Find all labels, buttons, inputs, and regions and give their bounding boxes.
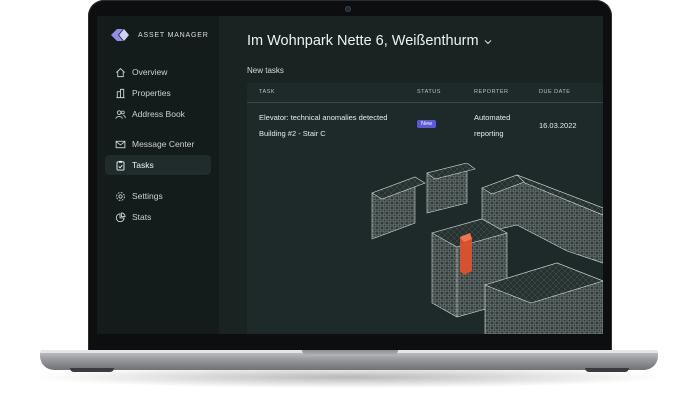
task-reporter: Automated: [474, 113, 511, 122]
sidebar-item-label: Address Book: [132, 109, 185, 119]
chevron-down-icon: [484, 33, 492, 49]
column-header-reporter[interactable]: REPORTER: [474, 89, 508, 95]
sidebar-item-label: Tasks: [132, 160, 154, 170]
column-header-due-date[interactable]: DUE DATE: [539, 89, 570, 95]
gear-icon: [114, 190, 126, 202]
clipboard-icon: [114, 159, 126, 171]
column-header-task[interactable]: TASK: [259, 89, 275, 95]
sidebar-item-message-center[interactable]: Message Center: [105, 134, 211, 154]
column-header-status[interactable]: STATUS: [417, 89, 441, 95]
main-content: Im Wohnpark Nette 6, Weißenthurm New tas…: [219, 16, 603, 334]
laptop-foot-right: [585, 368, 629, 372]
property-selector[interactable]: Im Wohnpark Nette 6, Weißenthurm: [247, 33, 492, 49]
building-block-west: [371, 176, 426, 240]
task-title: Elevator: technical anomalies detected: [259, 113, 388, 122]
sidebar-item-label: Properties: [132, 88, 171, 98]
highlighted-stair-c[interactable]: [460, 233, 472, 275]
brand-name: ASSET MANAGER: [138, 31, 209, 39]
sidebar-item-label: Settings: [132, 191, 163, 201]
app-screen: ASSET MANAGER Overview Properties Addres…: [97, 16, 603, 334]
logo-icon: [109, 28, 131, 42]
camera-icon: [345, 6, 351, 12]
laptop-notch: [302, 350, 398, 356]
laptop-foot-left: [70, 368, 114, 372]
building-3d-model[interactable]: [367, 163, 603, 334]
sidebar-item-address-book[interactable]: Address Book: [105, 104, 211, 124]
section-title: New tasks: [247, 66, 284, 75]
task-due-date: 16.03.2022: [539, 121, 577, 130]
sidebar-item-label: Overview: [132, 67, 168, 77]
buildings-icon: [114, 87, 126, 99]
tasks-panel: TASK STATUS REPORTER DUE DATE Elevator: …: [247, 83, 603, 334]
sidebar-item-stats[interactable]: Stats: [105, 207, 211, 227]
users-icon: [114, 108, 126, 120]
task-reporter-line2: reporting: [474, 129, 504, 138]
sidebar-item-properties[interactable]: Properties: [105, 83, 211, 103]
sidebar: ASSET MANAGER Overview Properties Addres…: [97, 16, 220, 334]
brand[interactable]: ASSET MANAGER: [109, 28, 209, 42]
sidebar-item-overview[interactable]: Overview: [105, 62, 211, 82]
mail-icon: [114, 138, 126, 150]
sidebar-item-settings[interactable]: Settings: [105, 186, 211, 206]
pie-chart-icon: [114, 211, 126, 223]
task-location: Building #2 - Stair C: [259, 129, 326, 138]
home-icon: [114, 66, 126, 78]
sidebar-item-tasks[interactable]: Tasks: [105, 155, 211, 175]
sidebar-item-label: Message Center: [132, 139, 195, 149]
sidebar-item-label: Stats: [132, 212, 152, 222]
page-title: Im Wohnpark Nette 6, Weißenthurm: [247, 33, 479, 49]
status-badge: New: [417, 120, 437, 128]
table-header: TASK STATUS REPORTER DUE DATE: [247, 83, 603, 103]
building-block-north: [426, 163, 476, 214]
